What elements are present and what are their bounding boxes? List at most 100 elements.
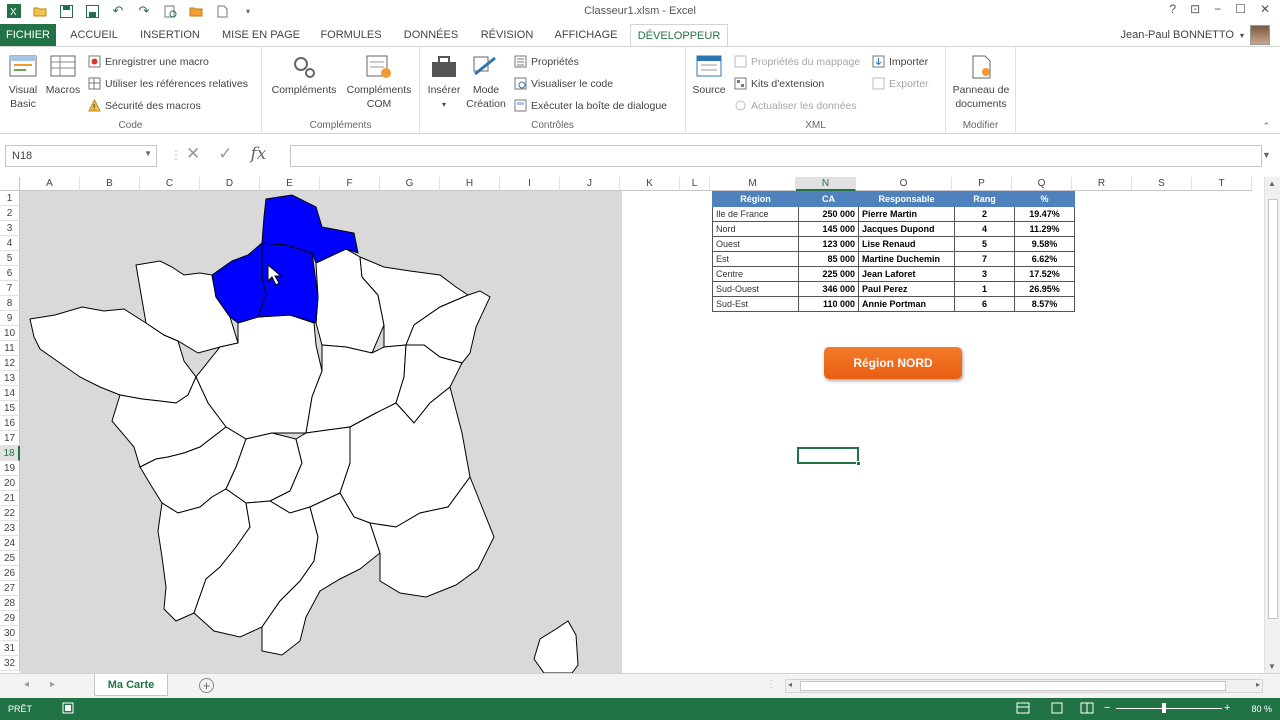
- table-cell[interactable]: 26.95%: [1014, 281, 1075, 297]
- macros-button[interactable]: Macros: [44, 53, 82, 97]
- table-cell[interactable]: Jacques Dupond: [858, 221, 955, 237]
- ribbon-display-icon[interactable]: ⊡: [1190, 2, 1200, 16]
- table-cell[interactable]: Sud-Ouest: [712, 281, 799, 297]
- table-cell[interactable]: Ouest: [712, 236, 799, 252]
- sheet-nav-next-icon[interactable]: ▸: [50, 679, 55, 690]
- add-sheet-icon[interactable]: +: [199, 678, 214, 693]
- chevron-down-icon[interactable]: ▼: [144, 149, 152, 158]
- map-region-ile-de-france[interactable]: [257, 242, 319, 324]
- tab-developpeur[interactable]: DÉVELOPPEUR: [630, 24, 728, 47]
- tab-donnees[interactable]: DONNÉES: [396, 24, 466, 46]
- fill-handle[interactable]: [856, 461, 861, 466]
- table-cell[interactable]: 346 000: [798, 281, 859, 297]
- scroll-down-icon[interactable]: ▼: [1268, 662, 1276, 671]
- table-cell[interactable]: Ile de France: [712, 206, 799, 222]
- column-header-q[interactable]: Q: [1012, 177, 1072, 191]
- table-cell[interactable]: 123 000: [798, 236, 859, 252]
- table-cell[interactable]: 3: [954, 266, 1015, 282]
- horizontal-scrollbar[interactable]: ◂ ▸: [785, 679, 1263, 693]
- vertical-scroll-thumb[interactable]: [1268, 199, 1278, 619]
- table-cell[interactable]: Est: [712, 251, 799, 267]
- resize-grip-icon[interactable]: ⋮: [170, 148, 182, 162]
- import-button[interactable]: Importer: [872, 55, 928, 68]
- page-layout-view-icon[interactable]: [1050, 702, 1064, 716]
- column-header-n[interactable]: N: [796, 177, 856, 191]
- column-header-r[interactable]: R: [1072, 177, 1132, 191]
- table-cell[interactable]: Jean Laforet: [858, 266, 955, 282]
- table-cell[interactable]: 225 000: [798, 266, 859, 282]
- table-cell[interactable]: 5: [954, 236, 1015, 252]
- complements-button[interactable]: Compléments: [268, 53, 340, 97]
- region-nord-button[interactable]: Région NORD: [824, 347, 962, 379]
- scroll-left-icon[interactable]: ◂: [788, 680, 792, 689]
- active-cell[interactable]: [797, 447, 861, 466]
- table-cell[interactable]: 85 000: [798, 251, 859, 267]
- relative-references-button[interactable]: Utiliser les références relatives: [88, 77, 248, 90]
- table-cell[interactable]: Pierre Martin: [858, 206, 955, 222]
- table-cell[interactable]: Paul Perez: [858, 281, 955, 297]
- help-icon[interactable]: ?: [1169, 2, 1176, 16]
- horizontal-scroll-thumb[interactable]: [800, 681, 1226, 691]
- table-cell[interactable]: 6.62%: [1014, 251, 1075, 267]
- tab-affichage[interactable]: AFFICHAGE: [548, 24, 624, 46]
- table-cell[interactable]: 2: [954, 206, 1015, 222]
- expand-formula-icon[interactable]: ▼: [1262, 150, 1271, 160]
- refresh-data-button[interactable]: Actualiser les données: [734, 99, 857, 112]
- macro-security-button[interactable]: ! Sécurité des macros: [88, 99, 201, 112]
- minimize-icon[interactable]: −: [1214, 2, 1221, 16]
- table-cell[interactable]: 7: [954, 251, 1015, 267]
- avatar[interactable]: [1250, 25, 1270, 45]
- table-cell[interactable]: Lise Renaud: [858, 236, 955, 252]
- map-region-corse[interactable]: [533, 620, 579, 673]
- macro-record-status-icon[interactable]: [62, 702, 74, 716]
- close-icon[interactable]: ✕: [1260, 2, 1270, 16]
- formula-input[interactable]: [290, 145, 1262, 167]
- table-header-cell[interactable]: CA: [798, 191, 859, 207]
- table-cell[interactable]: 110 000: [798, 296, 859, 312]
- page-break-view-icon[interactable]: [1080, 702, 1094, 716]
- document-panel-button[interactable]: Panneau de documents: [949, 53, 1013, 111]
- chevron-down-icon[interactable]: ▾: [1240, 31, 1244, 40]
- sheet-tab-ma-carte[interactable]: Ma Carte: [94, 674, 168, 696]
- table-header-cell[interactable]: Rang: [954, 191, 1015, 207]
- maximize-icon[interactable]: ☐: [1235, 2, 1246, 16]
- scroll-up-icon[interactable]: ▲: [1268, 179, 1276, 188]
- tab-mise-en-page[interactable]: MISE EN PAGE: [216, 24, 306, 46]
- column-header-o[interactable]: O: [856, 177, 952, 191]
- insert-function-icon[interactable]: fx: [251, 144, 267, 164]
- design-mode-button[interactable]: Mode Création: [466, 53, 506, 111]
- table-cell[interactable]: Sud-Est: [712, 296, 799, 312]
- normal-view-icon[interactable]: [1016, 702, 1030, 716]
- table-cell[interactable]: Centre: [712, 266, 799, 282]
- table-header-cell[interactable]: Responsable: [858, 191, 955, 207]
- table-cell[interactable]: 6: [954, 296, 1015, 312]
- table-cell[interactable]: 1: [954, 281, 1015, 297]
- user-account[interactable]: Jean-Paul BONNETTO ▾: [1120, 24, 1270, 46]
- tab-accueil[interactable]: ACCUEIL: [64, 24, 124, 46]
- enter-icon[interactable]: ✓: [218, 144, 232, 164]
- table-cell[interactable]: 19.47%: [1014, 206, 1075, 222]
- map-properties-button[interactable]: Propriétés du mappage: [734, 55, 860, 68]
- zoom-out-icon[interactable]: −: [1104, 702, 1110, 714]
- table-cell[interactable]: 11.29%: [1014, 221, 1075, 237]
- run-dialog-button[interactable]: Exécuter la boîte de dialogue: [514, 99, 667, 112]
- visual-basic-button[interactable]: Visual Basic: [4, 53, 42, 111]
- scroll-right-icon[interactable]: ▸: [1256, 680, 1260, 689]
- view-code-button[interactable]: Visualiser le code: [514, 77, 613, 90]
- record-macro-button[interactable]: Enregistrer une macro: [88, 55, 209, 68]
- column-header-s[interactable]: S: [1132, 177, 1192, 191]
- vertical-scrollbar[interactable]: ▲ ▼: [1264, 177, 1280, 673]
- column-header-p[interactable]: P: [952, 177, 1012, 191]
- table-cell[interactable]: 250 000: [798, 206, 859, 222]
- complements-com-button[interactable]: Compléments COM: [342, 53, 416, 111]
- insert-control-button[interactable]: Insérer ▾: [424, 53, 464, 112]
- extension-packs-button[interactable]: Kits d'extension: [734, 77, 824, 90]
- zoom-slider[interactable]: [1116, 703, 1222, 713]
- zoom-level[interactable]: 80 %: [1251, 704, 1272, 714]
- sheet-nav-prev-icon[interactable]: ◂: [24, 679, 29, 690]
- tab-revision[interactable]: RÉVISION: [474, 24, 540, 46]
- properties-button[interactable]: Propriétés: [514, 55, 579, 68]
- tab-fichier[interactable]: FICHIER: [0, 24, 56, 46]
- table-cell[interactable]: Annie Portman: [858, 296, 955, 312]
- table-cell[interactable]: 9.58%: [1014, 236, 1075, 252]
